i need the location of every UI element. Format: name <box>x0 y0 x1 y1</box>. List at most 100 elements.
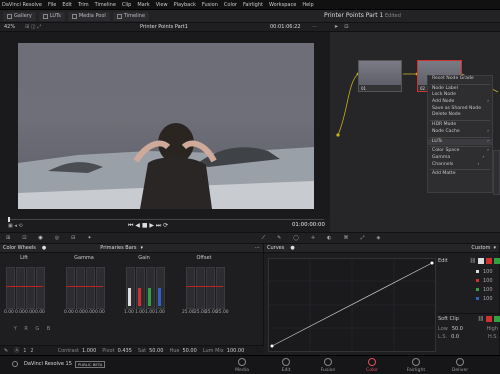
zoom-select[interactable]: 42% <box>4 24 15 30</box>
r-slider[interactable] <box>76 267 85 309</box>
value-b[interactable]: 25.00 <box>216 310 229 315</box>
page-fusion[interactable]: Fusion <box>308 358 348 373</box>
curves-icon[interactable]: ⟋ <box>262 235 266 241</box>
node-view-icon[interactable]: ⊡ <box>344 24 348 30</box>
value-y[interactable]: 0.00 <box>64 310 74 315</box>
curves-mode-select[interactable]: Custom <box>471 245 490 251</box>
picker-icon[interactable]: ✎ <box>4 348 8 354</box>
menu-item-delete-node[interactable]: Delete Node <box>428 112 492 119</box>
b-slider[interactable] <box>36 267 45 309</box>
luts-button[interactable]: LUTs <box>38 11 65 21</box>
r-channel-button[interactable] <box>486 257 492 264</box>
color-wheels-icon[interactable]: ◉ <box>38 235 42 241</box>
pointer-icon[interactable]: ➤ <box>334 24 338 30</box>
media-pool-button[interactable]: Media Pool <box>67 11 110 21</box>
playback-controls-icon[interactable]: ⏮ ◀ ■ ▶ ⏭ ⟳ <box>128 222 168 230</box>
pivot-value[interactable]: 0.435 <box>118 348 132 354</box>
r-slider[interactable] <box>136 267 145 309</box>
value-y[interactable]: 25.00 <box>182 310 195 315</box>
r-intensity[interactable]: 100 <box>483 278 493 284</box>
blur-icon[interactable]: ◐ <box>327 235 331 241</box>
menu-color[interactable]: Color <box>224 2 237 8</box>
rgb-mixer-icon[interactable]: ⊟ <box>71 235 75 241</box>
menu-item-color-space[interactable]: Color Space › <box>428 148 492 155</box>
page-2-button[interactable]: 2 <box>30 348 33 354</box>
menu-help[interactable]: Help <box>302 2 313 8</box>
value-r[interactable]: 1.00 <box>135 310 145 315</box>
value-y[interactable]: 1.00 <box>124 310 134 315</box>
window-icon[interactable]: ◯ <box>293 235 299 241</box>
value-b[interactable]: 0.00 <box>35 310 45 315</box>
menu-item-node-cache[interactable]: Node Cache › <box>428 129 492 136</box>
y-slider[interactable] <box>6 267 15 309</box>
menu-app[interactable]: DaVinci Resolve <box>2 2 42 8</box>
wheels-mode-select[interactable]: Primaries Bars <box>100 245 136 251</box>
value-b[interactable]: 1.00 <box>155 310 165 315</box>
y-slider[interactable] <box>126 267 135 309</box>
playhead[interactable] <box>8 217 10 222</box>
menu-view[interactable]: View <box>156 2 168 8</box>
hue-value[interactable]: 50.00 <box>182 348 196 354</box>
g-channel-button[interactable] <box>494 257 500 264</box>
ls-value[interactable]: 0.0 <box>451 334 459 340</box>
key-icon[interactable]: ⌘ <box>343 235 348 241</box>
viewer-mode-icon[interactable]: ⊞ ◫ ⤢ <box>25 24 41 30</box>
contrast-value[interactable]: 1.000 <box>82 348 96 354</box>
b-intensity[interactable]: 100 <box>483 296 493 302</box>
sizing-icon[interactable]: ⤢ <box>360 235 364 241</box>
menu-fusion[interactable]: Fusion <box>202 2 218 8</box>
qualifier-icon[interactable]: ✎ <box>277 235 281 241</box>
menu-clip[interactable]: Clip <box>122 2 131 8</box>
value-r[interactable]: 0.00 <box>75 310 85 315</box>
options-icon[interactable]: ● <box>290 245 294 251</box>
g-intensity[interactable]: 100 <box>483 287 493 293</box>
page-color[interactable]: Color <box>352 358 392 373</box>
soft-clip-r-button[interactable] <box>486 315 492 322</box>
page-fairlight[interactable]: Fairlight <box>396 358 436 373</box>
g-slider[interactable] <box>86 267 95 309</box>
3d-icon[interactable]: ◈ <box>376 235 380 241</box>
menu-fairlight[interactable]: Fairlight <box>243 2 263 8</box>
menu-item-add-matte[interactable]: Add Matte <box>428 171 492 178</box>
low-value[interactable]: 50.0 <box>452 326 463 332</box>
auto-balance-icon[interactable]: Ⓐ <box>14 347 19 354</box>
menu-item-luts[interactable]: LUTs › <box>428 138 492 146</box>
value-y[interactable]: 0.00 <box>4 310 14 315</box>
menu-item-reset-node-grade[interactable]: Reset Node Grade <box>428 76 492 83</box>
gallery-button[interactable]: Gallery <box>3 11 36 21</box>
viewer-controls-icon[interactable]: ▣ ◂ ⟲ <box>8 223 23 229</box>
menu-edit[interactable]: Edit <box>62 2 72 8</box>
color-match-icon[interactable]: ⊡ <box>22 235 26 241</box>
luts-submenu[interactable] <box>493 150 500 195</box>
node-01[interactable]: 01 <box>358 60 402 92</box>
page-deliver[interactable]: Deliver <box>440 358 480 373</box>
y-slider[interactable] <box>66 267 75 309</box>
b-slider[interactable] <box>156 267 165 309</box>
g-slider[interactable] <box>146 267 155 309</box>
viewer-options-icon[interactable]: ⋯ <box>312 24 317 30</box>
scrubber-track[interactable] <box>8 219 324 220</box>
value-b[interactable]: 0.00 <box>95 310 105 315</box>
menu-playback[interactable]: Playback <box>174 2 196 8</box>
menu-file[interactable]: File <box>48 2 56 8</box>
r-slider[interactable] <box>16 267 25 309</box>
curve-editor[interactable] <box>268 258 436 352</box>
menu-mark[interactable]: Mark <box>137 2 149 8</box>
y-intensity[interactable]: 100 <box>483 269 493 275</box>
g-slider[interactable] <box>26 267 35 309</box>
menu-item-add-node[interactable]: Add Node › <box>428 99 492 106</box>
menu-workspace[interactable]: Workspace <box>269 2 296 8</box>
value-g[interactable]: 1.00 <box>145 310 155 315</box>
y-slider[interactable] <box>186 267 195 309</box>
clip-name[interactable]: Printer Points Part1 <box>140 24 188 30</box>
tracker-icon[interactable]: ✛ <box>311 235 315 241</box>
link-icon[interactable]: ⛓ <box>470 258 476 264</box>
menu-item-channels[interactable]: Channels › <box>428 162 492 169</box>
options-icon[interactable]: ● <box>42 245 46 251</box>
page-1-button[interactable]: 1 <box>23 348 26 354</box>
camera-raw-icon[interactable]: ⊞ <box>6 235 10 241</box>
page-media[interactable]: Media <box>222 358 262 373</box>
y-channel-button[interactable] <box>478 257 484 264</box>
page-edit[interactable]: Edit <box>266 358 306 373</box>
value-g[interactable]: 0.00 <box>85 310 95 315</box>
